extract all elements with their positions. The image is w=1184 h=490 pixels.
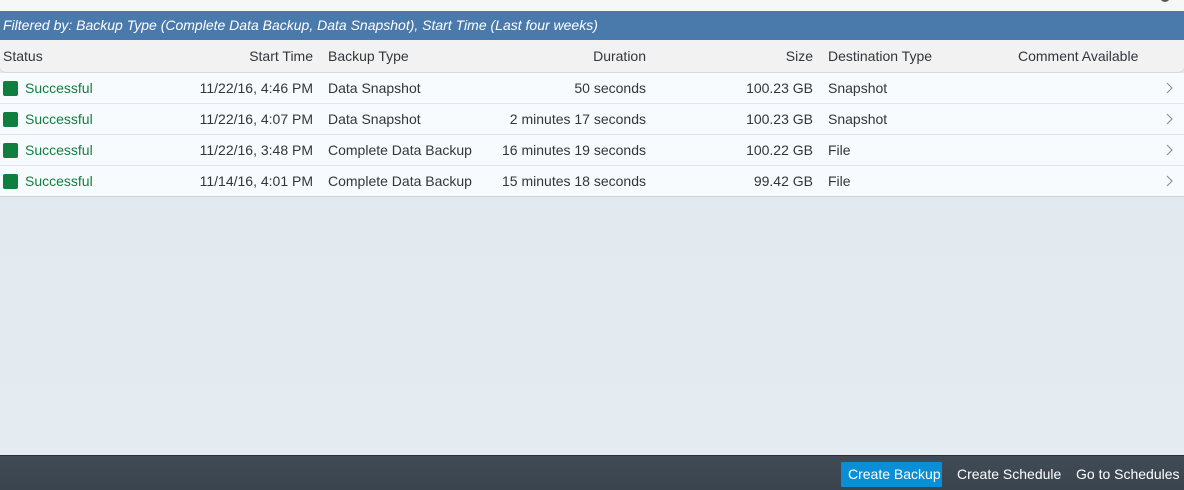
create-backup-button[interactable]: Create Backup — [841, 462, 942, 487]
chevron-right-icon[interactable] — [1166, 144, 1173, 156]
backup-catalog-table: Status Start Time Backup Type Duration S… — [0, 40, 1184, 197]
start-time-cell: 11/22/16, 3:48 PM — [199, 142, 313, 158]
start-time-cell: 11/22/16, 4:46 PM — [199, 80, 313, 96]
column-header-comment-available[interactable]: Comment Available — [1018, 40, 1138, 72]
status-success-square-icon — [3, 112, 18, 127]
destination-type-cell: Snapshot — [828, 80, 888, 96]
table-row[interactable]: Successful 11/22/16, 4:07 PM Data Snapsh… — [0, 104, 1184, 135]
status-cell: Successful — [3, 166, 93, 196]
chevron-right-icon[interactable] — [1166, 175, 1173, 187]
status-success-square-icon — [3, 143, 18, 158]
filter-info-bar: Filtered by: Backup Type (Complete Data … — [0, 11, 1184, 40]
column-header-start-time[interactable]: Start Time — [249, 40, 313, 72]
footer-toolbar: Create Backup Create Schedule Go to Sche… — [0, 455, 1184, 490]
size-cell: 100.23 GB — [746, 111, 813, 127]
table-row[interactable]: Successful 11/14/16, 4:01 PM Complete Da… — [0, 166, 1184, 197]
backup-type-cell: Complete Data Backup — [328, 173, 472, 189]
create-schedule-button[interactable]: Create Schedule — [950, 462, 1068, 487]
top-toolbar-strip — [0, 0, 1184, 11]
destination-type-cell: Snapshot — [828, 111, 888, 127]
status-cell: Successful — [3, 135, 93, 165]
size-cell: 100.23 GB — [746, 80, 813, 96]
size-cell: 99.42 GB — [753, 173, 813, 189]
duration-cell: 15 minutes 18 seconds — [502, 173, 646, 189]
status-cell: Successful — [3, 104, 93, 134]
duration-cell: 16 minutes 19 seconds — [502, 142, 646, 158]
table-row[interactable]: Successful 11/22/16, 4:46 PM Data Snapsh… — [0, 73, 1184, 104]
size-cell: 100.22 GB — [746, 142, 813, 158]
backup-type-cell: Data Snapshot — [328, 111, 421, 127]
column-header-destination-type[interactable]: Destination Type — [828, 40, 932, 72]
duration-cell: 2 minutes 17 seconds — [509, 111, 646, 127]
column-header-status[interactable]: Status — [3, 40, 43, 72]
status-success-square-icon — [3, 174, 18, 189]
status-text: Successful — [25, 80, 93, 96]
column-header-duration[interactable]: Duration — [593, 40, 646, 72]
backup-type-cell: Data Snapshot — [328, 80, 421, 96]
backup-type-cell: Complete Data Backup — [328, 142, 472, 158]
column-header-size[interactable]: Size — [786, 40, 813, 72]
chevron-right-icon[interactable] — [1166, 113, 1173, 125]
status-success-square-icon — [3, 81, 18, 96]
help-icon[interactable] — [1124, 0, 1134, 6]
table-row[interactable]: Successful 11/22/16, 3:48 PM Complete Da… — [0, 135, 1184, 166]
duration-cell: 50 seconds — [574, 80, 646, 96]
start-time-cell: 11/22/16, 4:07 PM — [199, 111, 313, 127]
table-header-row: Status Start Time Backup Type Duration S… — [0, 40, 1184, 73]
status-text: Successful — [25, 111, 93, 127]
status-text: Successful — [25, 142, 93, 158]
column-header-backup-type[interactable]: Backup Type — [328, 40, 409, 72]
go-to-schedules-button[interactable]: Go to Schedules — [1069, 462, 1184, 487]
chevron-right-icon[interactable] — [1166, 82, 1173, 94]
settings-gear-icon[interactable] — [1158, 0, 1172, 6]
status-cell: Successful — [3, 73, 93, 103]
status-text: Successful — [25, 173, 93, 189]
start-time-cell: 11/14/16, 4:01 PM — [199, 173, 313, 189]
destination-type-cell: File — [828, 142, 851, 158]
destination-type-cell: File — [828, 173, 851, 189]
